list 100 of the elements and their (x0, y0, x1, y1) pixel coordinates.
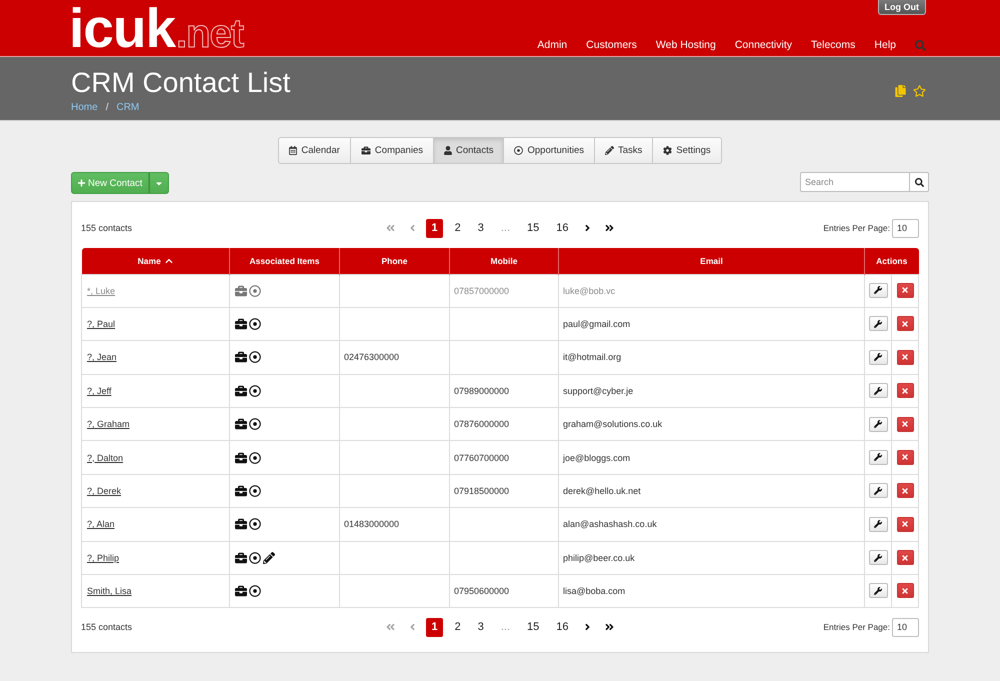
tab[interactable]: Tasks (595, 137, 654, 164)
sort-header[interactable]: Name (82, 248, 230, 274)
star-icon[interactable] (913, 84, 926, 96)
nav-link[interactable]: Telecoms (811, 39, 856, 51)
delete-button[interactable] (896, 316, 914, 332)
page-title: CRM Contact List (71, 67, 290, 99)
page-button[interactable]: 3 (472, 618, 489, 637)
tab[interactable]: Opportunities (504, 137, 595, 164)
wrench-icon (874, 554, 882, 562)
contact-name-link[interactable]: Smith, Lisa (87, 586, 132, 596)
page-button[interactable]: 1 (426, 218, 443, 238)
table-cell: graham@solutions.co.uk (558, 408, 864, 441)
edit-button[interactable] (868, 516, 888, 532)
edit-button[interactable] (868, 550, 888, 566)
search-button[interactable] (910, 172, 929, 192)
delete-button[interactable] (896, 416, 914, 432)
delete-button[interactable] (896, 282, 914, 298)
pagination-ellipsis: ... (500, 222, 512, 234)
edit-button[interactable] (868, 282, 888, 298)
edit-button[interactable] (868, 383, 888, 398)
person-icon (444, 146, 452, 155)
wrench-icon (874, 586, 882, 595)
contact-name-link[interactable]: ?, Graham (87, 419, 130, 430)
entries-per-page-field[interactable]: 10 (892, 618, 919, 637)
copy-icon[interactable] (895, 84, 906, 96)
tab[interactable]: Contacts (434, 137, 504, 164)
double-chevron-left-icon (386, 223, 396, 233)
contact-name-link[interactable]: *, Luke (87, 286, 116, 296)
close-icon (902, 353, 908, 362)
table-cell: 07760700000 (450, 440, 558, 474)
briefcase-icon[interactable] (235, 552, 247, 564)
briefcase-icon[interactable] (235, 452, 247, 464)
page-button[interactable]: 15 (522, 218, 544, 238)
wrench-icon (874, 420, 882, 428)
edit-button[interactable] (868, 316, 888, 332)
nav-link[interactable]: Web Hosting (656, 39, 716, 51)
edit-button[interactable] (868, 416, 888, 432)
page-button[interactable]: 1 (426, 618, 443, 637)
pencil-icon (605, 146, 614, 155)
page-button[interactable]: 16 (551, 618, 574, 637)
dropdown-toggle-button[interactable] (149, 172, 170, 194)
tab[interactable]: Companies (350, 137, 434, 164)
nav-link[interactable]: Help (874, 39, 896, 51)
page-button[interactable]: 16 (551, 218, 574, 238)
tab[interactable]: Settings (653, 137, 722, 164)
logout-button[interactable]: Log Out (878, 0, 926, 15)
edit-button[interactable] (868, 583, 888, 598)
nav-link[interactable]: Customers (586, 39, 637, 51)
wrench-icon (874, 520, 882, 528)
contact-name-link[interactable]: ?, Alan (87, 519, 115, 530)
column-header: Actions (864, 248, 919, 274)
briefcase-icon[interactable] (235, 351, 247, 364)
table-cell: 07950600000 (450, 574, 558, 608)
table-cell: joe@bloggs.com (558, 440, 864, 474)
delete-button[interactable] (896, 583, 914, 598)
tab[interactable]: Calendar (278, 137, 351, 164)
chevron-left-icon (410, 622, 416, 632)
double-chevron-right-icon (604, 223, 614, 233)
edit-button[interactable] (868, 350, 888, 365)
briefcase-icon[interactable] (235, 384, 247, 397)
briefcase-icon[interactable] (235, 318, 247, 330)
calendar-icon (289, 146, 298, 155)
briefcase-icon[interactable] (235, 418, 247, 430)
search-field[interactable]: Search (800, 172, 910, 192)
page-button[interactable]: 3 (472, 218, 489, 238)
entries-per-page-label: Entries Per Page: (823, 622, 890, 632)
table-cell: 07876000000 (450, 408, 558, 441)
delete-button[interactable] (896, 383, 914, 398)
delete-button[interactable] (896, 450, 914, 465)
contact-name-link[interactable]: ?, Paul (87, 319, 116, 330)
nav-link[interactable]: Connectivity (734, 39, 792, 51)
contact-name-link[interactable]: ?, Philip (87, 552, 120, 563)
contact-name-link[interactable]: ?, Derek (87, 486, 122, 496)
close-icon (902, 286, 908, 294)
contact-name-link[interactable]: ?, Jean (87, 352, 117, 362)
pencil-icon[interactable] (263, 552, 275, 564)
breadcrumb-separator: / (106, 101, 108, 115)
chevron-left-icon (410, 223, 416, 233)
contact-name-link[interactable]: ?, Dalton (87, 452, 124, 463)
briefcase-icon[interactable] (235, 585, 247, 598)
nav-link[interactable]: Admin (537, 39, 568, 51)
double-chevron-right-icon (604, 622, 614, 632)
delete-button[interactable] (896, 350, 914, 365)
edit-button[interactable] (868, 450, 888, 465)
page-button[interactable]: 2 (450, 618, 466, 637)
briefcase-icon[interactable] (235, 485, 247, 498)
wrench-icon (874, 386, 882, 395)
delete-button[interactable] (896, 550, 914, 566)
entries-per-page-field[interactable]: 10 (892, 218, 919, 238)
page-button[interactable]: 2 (450, 218, 466, 238)
edit-button[interactable] (868, 483, 888, 498)
search-icon (914, 178, 924, 186)
page-button[interactable]: 15 (522, 618, 544, 637)
delete-button[interactable] (896, 516, 914, 532)
contact-name-link[interactable]: ?, Jeff (87, 386, 112, 396)
contact-count: 155 contacts (81, 223, 132, 233)
logo[interactable]: icuk.net (69, 1, 244, 56)
delete-button[interactable] (896, 483, 914, 498)
briefcase-icon[interactable] (235, 518, 247, 530)
column-header: Phone (340, 248, 450, 274)
